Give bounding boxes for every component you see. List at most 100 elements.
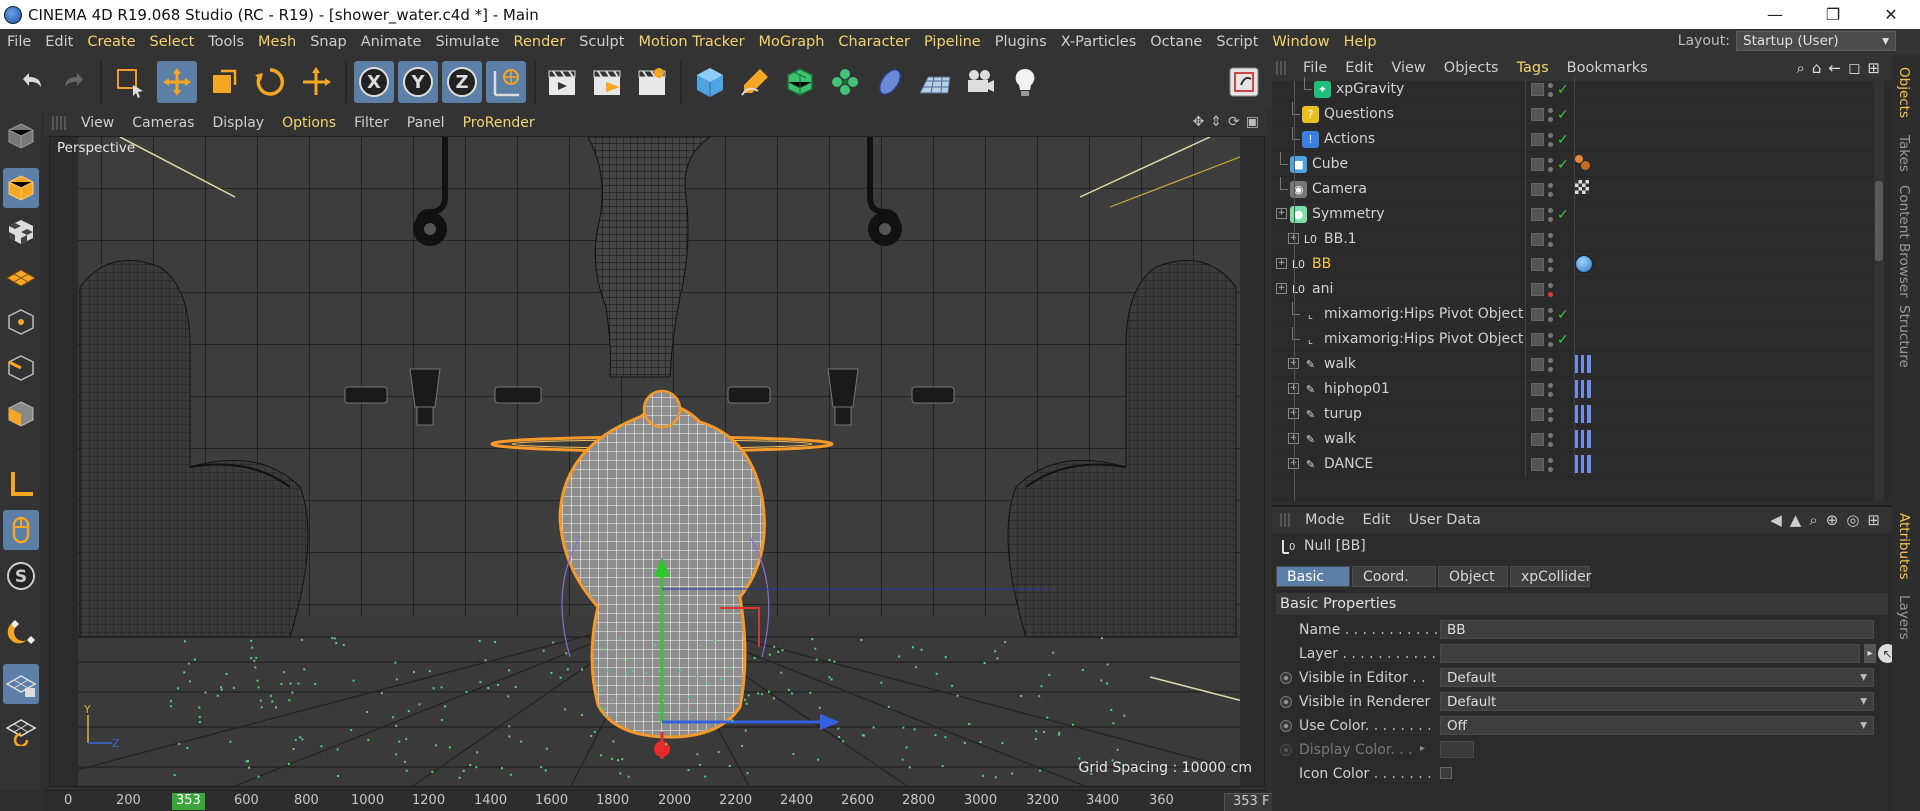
tweak-mode-button[interactable] bbox=[3, 510, 39, 550]
menu-file[interactable]: File bbox=[0, 34, 38, 50]
render-view-button[interactable] bbox=[542, 61, 582, 103]
object-row[interactable]: ? Questions ✓ bbox=[1272, 102, 1884, 127]
object-row[interactable]: + L0 ani bbox=[1272, 277, 1884, 302]
viewport-menu-view[interactable]: View bbox=[72, 115, 123, 131]
enabled-check-icon[interactable]: ✓ bbox=[1557, 207, 1569, 223]
menu-edit[interactable]: Edit bbox=[38, 34, 80, 50]
object-row[interactable]: +L0BB.1 bbox=[1272, 227, 1884, 252]
drag-grip-icon[interactable] bbox=[1280, 513, 1292, 527]
camera-tag-icon[interactable] bbox=[1575, 180, 1589, 194]
visibility-dots-icon[interactable] bbox=[1548, 282, 1553, 297]
visibility-dots-icon[interactable] bbox=[1548, 232, 1553, 247]
object-row[interactable]: ⌞ mixamorig:Hips Pivot Object ✓ bbox=[1272, 327, 1884, 352]
visible-in-renderer-select[interactable]: Default bbox=[1440, 692, 1874, 711]
new-panel-icon[interactable]: ⊞ bbox=[1867, 59, 1880, 77]
visible-in-editor-select[interactable]: Default bbox=[1440, 668, 1874, 687]
timeline-playhead[interactable]: 353 bbox=[172, 793, 205, 810]
om-menu-edit[interactable]: Edit bbox=[1336, 60, 1382, 76]
layer-box-icon[interactable] bbox=[1531, 458, 1544, 471]
animation-radio-icon[interactable] bbox=[1280, 672, 1292, 684]
object-row[interactable]: ■ Cube ✓ bbox=[1272, 152, 1884, 177]
scrollbar-thumb[interactable] bbox=[1875, 181, 1883, 261]
object-row[interactable]: ! Actions ✓ bbox=[1272, 127, 1884, 152]
back-icon[interactable]: ← bbox=[1828, 59, 1841, 77]
object-row[interactable]: ⌞ mixamorig:Hips Pivot Object ✓ bbox=[1272, 302, 1884, 327]
menu-snap[interactable]: Snap bbox=[303, 34, 353, 50]
object-row[interactable]: + L0 BB bbox=[1272, 252, 1884, 277]
layout-dropdown[interactable]: Startup (User) ▾ bbox=[1736, 31, 1896, 51]
menu-octane[interactable]: Octane bbox=[1143, 34, 1209, 50]
layer-box-icon[interactable] bbox=[1531, 183, 1544, 196]
x-axis-lock-button[interactable]: X bbox=[354, 61, 394, 103]
motion-clip-tag-icon[interactable] bbox=[1575, 430, 1591, 448]
model-mode-button[interactable] bbox=[3, 168, 39, 208]
object-manager-scrollbar[interactable] bbox=[1874, 81, 1884, 501]
interactive-render-button[interactable] bbox=[1224, 61, 1264, 103]
enabled-check-icon[interactable]: ✓ bbox=[1557, 107, 1569, 123]
menu-pipeline[interactable]: Pipeline bbox=[917, 34, 988, 50]
layer-box-icon[interactable] bbox=[1531, 108, 1544, 121]
menu-tools[interactable]: Tools bbox=[201, 34, 251, 50]
add-subdivision-surface-button[interactable] bbox=[780, 61, 820, 103]
motion-clip-tag-icon[interactable] bbox=[1575, 355, 1591, 373]
transform-tool-button[interactable] bbox=[296, 61, 336, 103]
object-row[interactable]: +✎DANCE bbox=[1272, 452, 1884, 477]
workplane-mode-button[interactable] bbox=[3, 256, 39, 296]
menu-mesh[interactable]: Mesh bbox=[251, 34, 303, 50]
menu-motion-tracker[interactable]: Motion Tracker bbox=[631, 34, 751, 50]
pan-view-icon[interactable]: ✥ bbox=[1193, 114, 1205, 130]
expand-arrow-icon[interactable]: ▸ bbox=[1420, 743, 1425, 754]
enabled-check-icon[interactable]: ✓ bbox=[1557, 82, 1569, 98]
scale-tool-button[interactable] bbox=[204, 61, 244, 103]
make-editable-button[interactable] bbox=[3, 116, 39, 156]
visibility-dots-icon[interactable] bbox=[1548, 382, 1553, 397]
zoom-view-icon[interactable]: ⇕ bbox=[1210, 114, 1222, 130]
visibility-dots-icon[interactable] bbox=[1548, 132, 1553, 147]
tab-basic[interactable]: Basic bbox=[1276, 566, 1350, 587]
animation-radio-icon[interactable] bbox=[1280, 720, 1292, 732]
side-tab-attributes[interactable]: Attributes bbox=[1896, 513, 1912, 580]
object-row[interactable]: +✎walk bbox=[1272, 352, 1884, 377]
rotate-view-icon[interactable]: ⟳ bbox=[1228, 114, 1240, 130]
side-tab-layers[interactable]: Layers bbox=[1896, 595, 1912, 640]
snap-button[interactable] bbox=[3, 610, 39, 650]
target-icon[interactable]: ◎ bbox=[1846, 511, 1859, 529]
viewport-menu-prorender[interactable]: ProRender bbox=[454, 115, 544, 131]
layer-menu-arrow-icon[interactable]: ▸ bbox=[1864, 644, 1876, 663]
visibility-dots-icon[interactable] bbox=[1548, 457, 1553, 472]
add-floor-button[interactable] bbox=[915, 61, 955, 103]
visibility-dots-icon[interactable] bbox=[1548, 182, 1553, 197]
visibility-dots-icon[interactable] bbox=[1548, 207, 1553, 222]
new-panel-icon[interactable]: ⊞ bbox=[1867, 511, 1880, 529]
toggle-view-icon[interactable]: ▣ bbox=[1246, 114, 1259, 130]
menu-create[interactable]: Create bbox=[80, 34, 142, 50]
side-tab-objects[interactable]: Objects bbox=[1896, 67, 1912, 118]
menu-x-particles[interactable]: X-Particles bbox=[1054, 34, 1144, 50]
undo-button[interactable] bbox=[12, 61, 52, 103]
use-color-select[interactable]: Off bbox=[1440, 716, 1874, 735]
object-row[interactable]: +✎walk bbox=[1272, 427, 1884, 452]
enabled-check-icon[interactable]: ✓ bbox=[1557, 157, 1569, 173]
visibility-dots-icon[interactable] bbox=[1548, 157, 1553, 172]
solo-button[interactable]: S bbox=[3, 556, 39, 596]
layer-box-icon[interactable] bbox=[1531, 333, 1544, 346]
add-camera-button[interactable] bbox=[960, 61, 1000, 103]
om-menu-file[interactable]: File bbox=[1294, 60, 1336, 76]
enabled-check-icon[interactable]: ✓ bbox=[1557, 332, 1569, 348]
menu-character[interactable]: Character bbox=[831, 34, 917, 50]
side-tab-takes[interactable]: Takes bbox=[1896, 135, 1912, 172]
name-field[interactable]: BB bbox=[1440, 620, 1874, 639]
object-row[interactable]: ✦ xpGravity ✓ bbox=[1272, 77, 1884, 102]
am-menu-edit[interactable]: Edit bbox=[1354, 512, 1400, 528]
menu-mograph[interactable]: MoGraph bbox=[752, 34, 832, 50]
restore-button[interactable]: ❐ bbox=[1804, 0, 1862, 29]
tab-coord[interactable]: Coord. bbox=[1352, 566, 1436, 587]
motion-clip-tag-icon[interactable] bbox=[1575, 455, 1591, 473]
om-menu-objects[interactable]: Objects bbox=[1435, 60, 1508, 76]
side-tab-structure[interactable]: Structure bbox=[1896, 305, 1912, 368]
motion-clip-tag-icon[interactable] bbox=[1575, 405, 1591, 423]
menu-select[interactable]: Select bbox=[143, 34, 202, 50]
object-row[interactable]: +✎hiphop01 bbox=[1272, 377, 1884, 402]
perspective-viewport[interactable]: Perspective Y Z Grid Spacing : 10000 cm bbox=[49, 136, 1265, 787]
drag-grip-icon[interactable] bbox=[52, 115, 66, 130]
